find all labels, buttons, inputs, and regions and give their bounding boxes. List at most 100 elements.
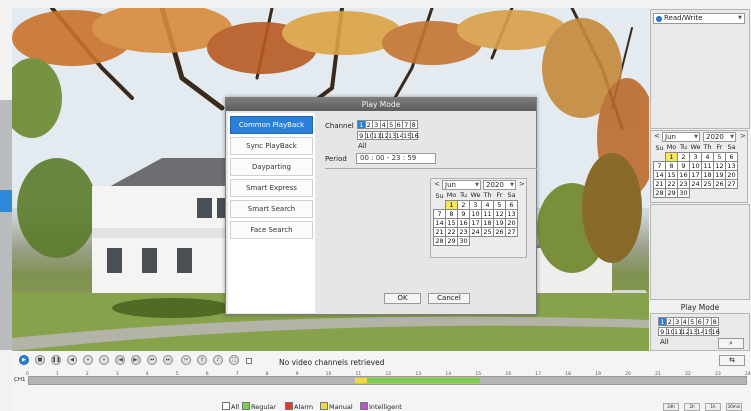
calendar-day[interactable]: 3 (469, 199, 482, 210)
channel-checkbox[interactable]: 8 (409, 120, 418, 129)
calendar-day[interactable]: 11 (481, 208, 494, 219)
calendar-day[interactable]: 26 (493, 226, 506, 237)
calendar-day[interactable]: 1 (665, 151, 678, 162)
cancel-button[interactable]: Cancel (428, 293, 470, 304)
calendar-day[interactable]: 26 (713, 178, 726, 189)
zoom-button[interactable]: 2h (684, 403, 700, 411)
calendar-day[interactable]: 9 (457, 208, 470, 219)
recording-segment-regular[interactable] (366, 378, 481, 383)
all-channels-checkbox[interactable]: All (358, 142, 367, 150)
legend-checkbox[interactable] (222, 402, 230, 410)
calendar-day[interactable]: 30 (677, 187, 690, 198)
prev-frame-icon[interactable]: |◀ (115, 355, 125, 365)
month-select[interactable]: Jun ▼ (442, 180, 481, 190)
calendar-day[interactable]: 24 (689, 178, 702, 189)
legend-checkbox[interactable] (242, 402, 250, 410)
search-button[interactable]: ⌕ (718, 338, 744, 349)
calendar-day[interactable]: 2 (457, 199, 470, 210)
menu-common-playback[interactable]: Common PlayBack (230, 116, 313, 134)
calendar-day[interactable]: 23 (457, 226, 470, 237)
side-all-channels[interactable]: All (660, 338, 669, 346)
side-tab[interactable] (0, 190, 12, 212)
period-input[interactable]: 00 : 00 - 23 : 59 (356, 153, 436, 164)
next-month-arrow[interactable]: > (519, 180, 525, 188)
calendar-day[interactable]: 7 (653, 160, 666, 171)
calendar-day[interactable]: 12 (493, 208, 506, 219)
legend-checkbox[interactable] (360, 402, 368, 410)
year-select[interactable]: 2020 ▼ (483, 180, 516, 190)
next-frame-icon[interactable]: ▶| (131, 355, 141, 365)
menu-smart-search[interactable]: Smart Search (230, 200, 313, 218)
menu-sync-playback[interactable]: Sync PlayBack (230, 137, 313, 155)
fullscreen-icon[interactable]: ⛶ (229, 355, 239, 365)
legend-item-all[interactable]: All (222, 402, 239, 411)
calendar-day[interactable]: 17 (689, 169, 702, 180)
calendar-day[interactable]: 2 (677, 151, 690, 162)
calendar-day[interactable]: 8 (445, 208, 458, 219)
calendar-day[interactable]: 13 (725, 160, 738, 171)
zoom-button[interactable]: 30min (726, 403, 742, 411)
calendar-day[interactable]: 25 (701, 178, 714, 189)
next-month-arrow[interactable]: > (740, 132, 746, 140)
menu-dayparting[interactable]: Dayparting (230, 158, 313, 176)
calendar-day[interactable]: 16 (457, 217, 470, 228)
legend-checkbox[interactable] (285, 402, 293, 410)
calendar-day[interactable]: 20 (505, 217, 518, 228)
calendar-day[interactable]: 28 (433, 235, 446, 246)
calendar-day[interactable]: 9 (677, 160, 690, 171)
calendar-day[interactable]: 14 (653, 169, 666, 180)
channel-checkbox[interactable]: 8 (710, 317, 719, 326)
year-select[interactable]: 2020 ▼ (703, 132, 736, 142)
calendar-day[interactable]: 21 (433, 226, 446, 237)
calendar-day[interactable]: 7 (433, 208, 446, 219)
slow-icon[interactable]: ◀ (67, 355, 77, 365)
calendar-day[interactable]: 25 (481, 226, 494, 237)
calendar-day[interactable]: 15 (665, 169, 678, 180)
calendar-day[interactable]: 15 (445, 217, 458, 228)
channel-checkbox[interactable]: 16 (710, 327, 720, 336)
calendar-day[interactable]: 6 (505, 199, 518, 210)
calendar-day[interactable]: 22 (445, 226, 458, 237)
next-file-icon[interactable]: ⏭ (163, 355, 173, 365)
calendar-day[interactable]: 11 (701, 160, 714, 171)
calendar-day[interactable]: 12 (713, 160, 726, 171)
calendar-day[interactable]: 27 (505, 226, 518, 237)
legend-item-alarm[interactable]: Alarm (285, 402, 313, 411)
calendar-day[interactable]: 24 (469, 226, 482, 237)
zoom-button[interactable]: 1h (705, 403, 721, 411)
zoom-button[interactable]: 24h (663, 403, 679, 411)
pause-icon[interactable]: ❚❚ (51, 355, 61, 365)
backup-icon[interactable]: ⇪ (197, 355, 207, 365)
calendar-day[interactable]: 6 (725, 151, 738, 162)
calendar-day[interactable]: 10 (469, 208, 482, 219)
prev-month-arrow[interactable]: < (434, 180, 440, 188)
rewind-icon[interactable]: « (83, 355, 93, 365)
calendar-day[interactable]: 5 (493, 199, 506, 210)
volume-icon[interactable]: ♪ (213, 355, 223, 365)
calendar-day[interactable]: 17 (469, 217, 482, 228)
legend-item-manual[interactable]: Manual (320, 402, 353, 411)
legend-item-intelligent[interactable]: Intelligent (360, 402, 402, 411)
calendar-day[interactable]: 27 (725, 178, 738, 189)
calendar-day[interactable]: 28 (653, 187, 666, 198)
menu-smart-express[interactable]: Smart Express (230, 179, 313, 197)
play-icon[interactable]: ▶ (19, 355, 29, 365)
ok-button[interactable]: OK (384, 293, 421, 304)
option-checkbox[interactable] (246, 358, 252, 364)
calendar-day[interactable]: 18 (481, 217, 494, 228)
calendar-day[interactable]: 21 (653, 178, 666, 189)
clip-icon[interactable]: ✂ (181, 355, 191, 365)
legend-checkbox[interactable] (320, 402, 328, 410)
fast-forward-icon[interactable]: » (99, 355, 109, 365)
calendar-day[interactable]: 8 (665, 160, 678, 171)
calendar-day[interactable]: 29 (445, 235, 458, 246)
calendar-day[interactable]: 30 (457, 235, 470, 246)
stop-icon[interactable]: ■ (35, 355, 45, 365)
calendar-day[interactable]: 22 (665, 178, 678, 189)
calendar-day[interactable]: 10 (689, 160, 702, 171)
calendar-day[interactable]: 4 (701, 151, 714, 162)
calendar-day[interactable]: 29 (665, 187, 678, 198)
timeline-track[interactable] (28, 376, 747, 385)
channel-checkbox[interactable]: 16 (409, 131, 419, 140)
calendar-day[interactable]: 1 (445, 199, 458, 210)
